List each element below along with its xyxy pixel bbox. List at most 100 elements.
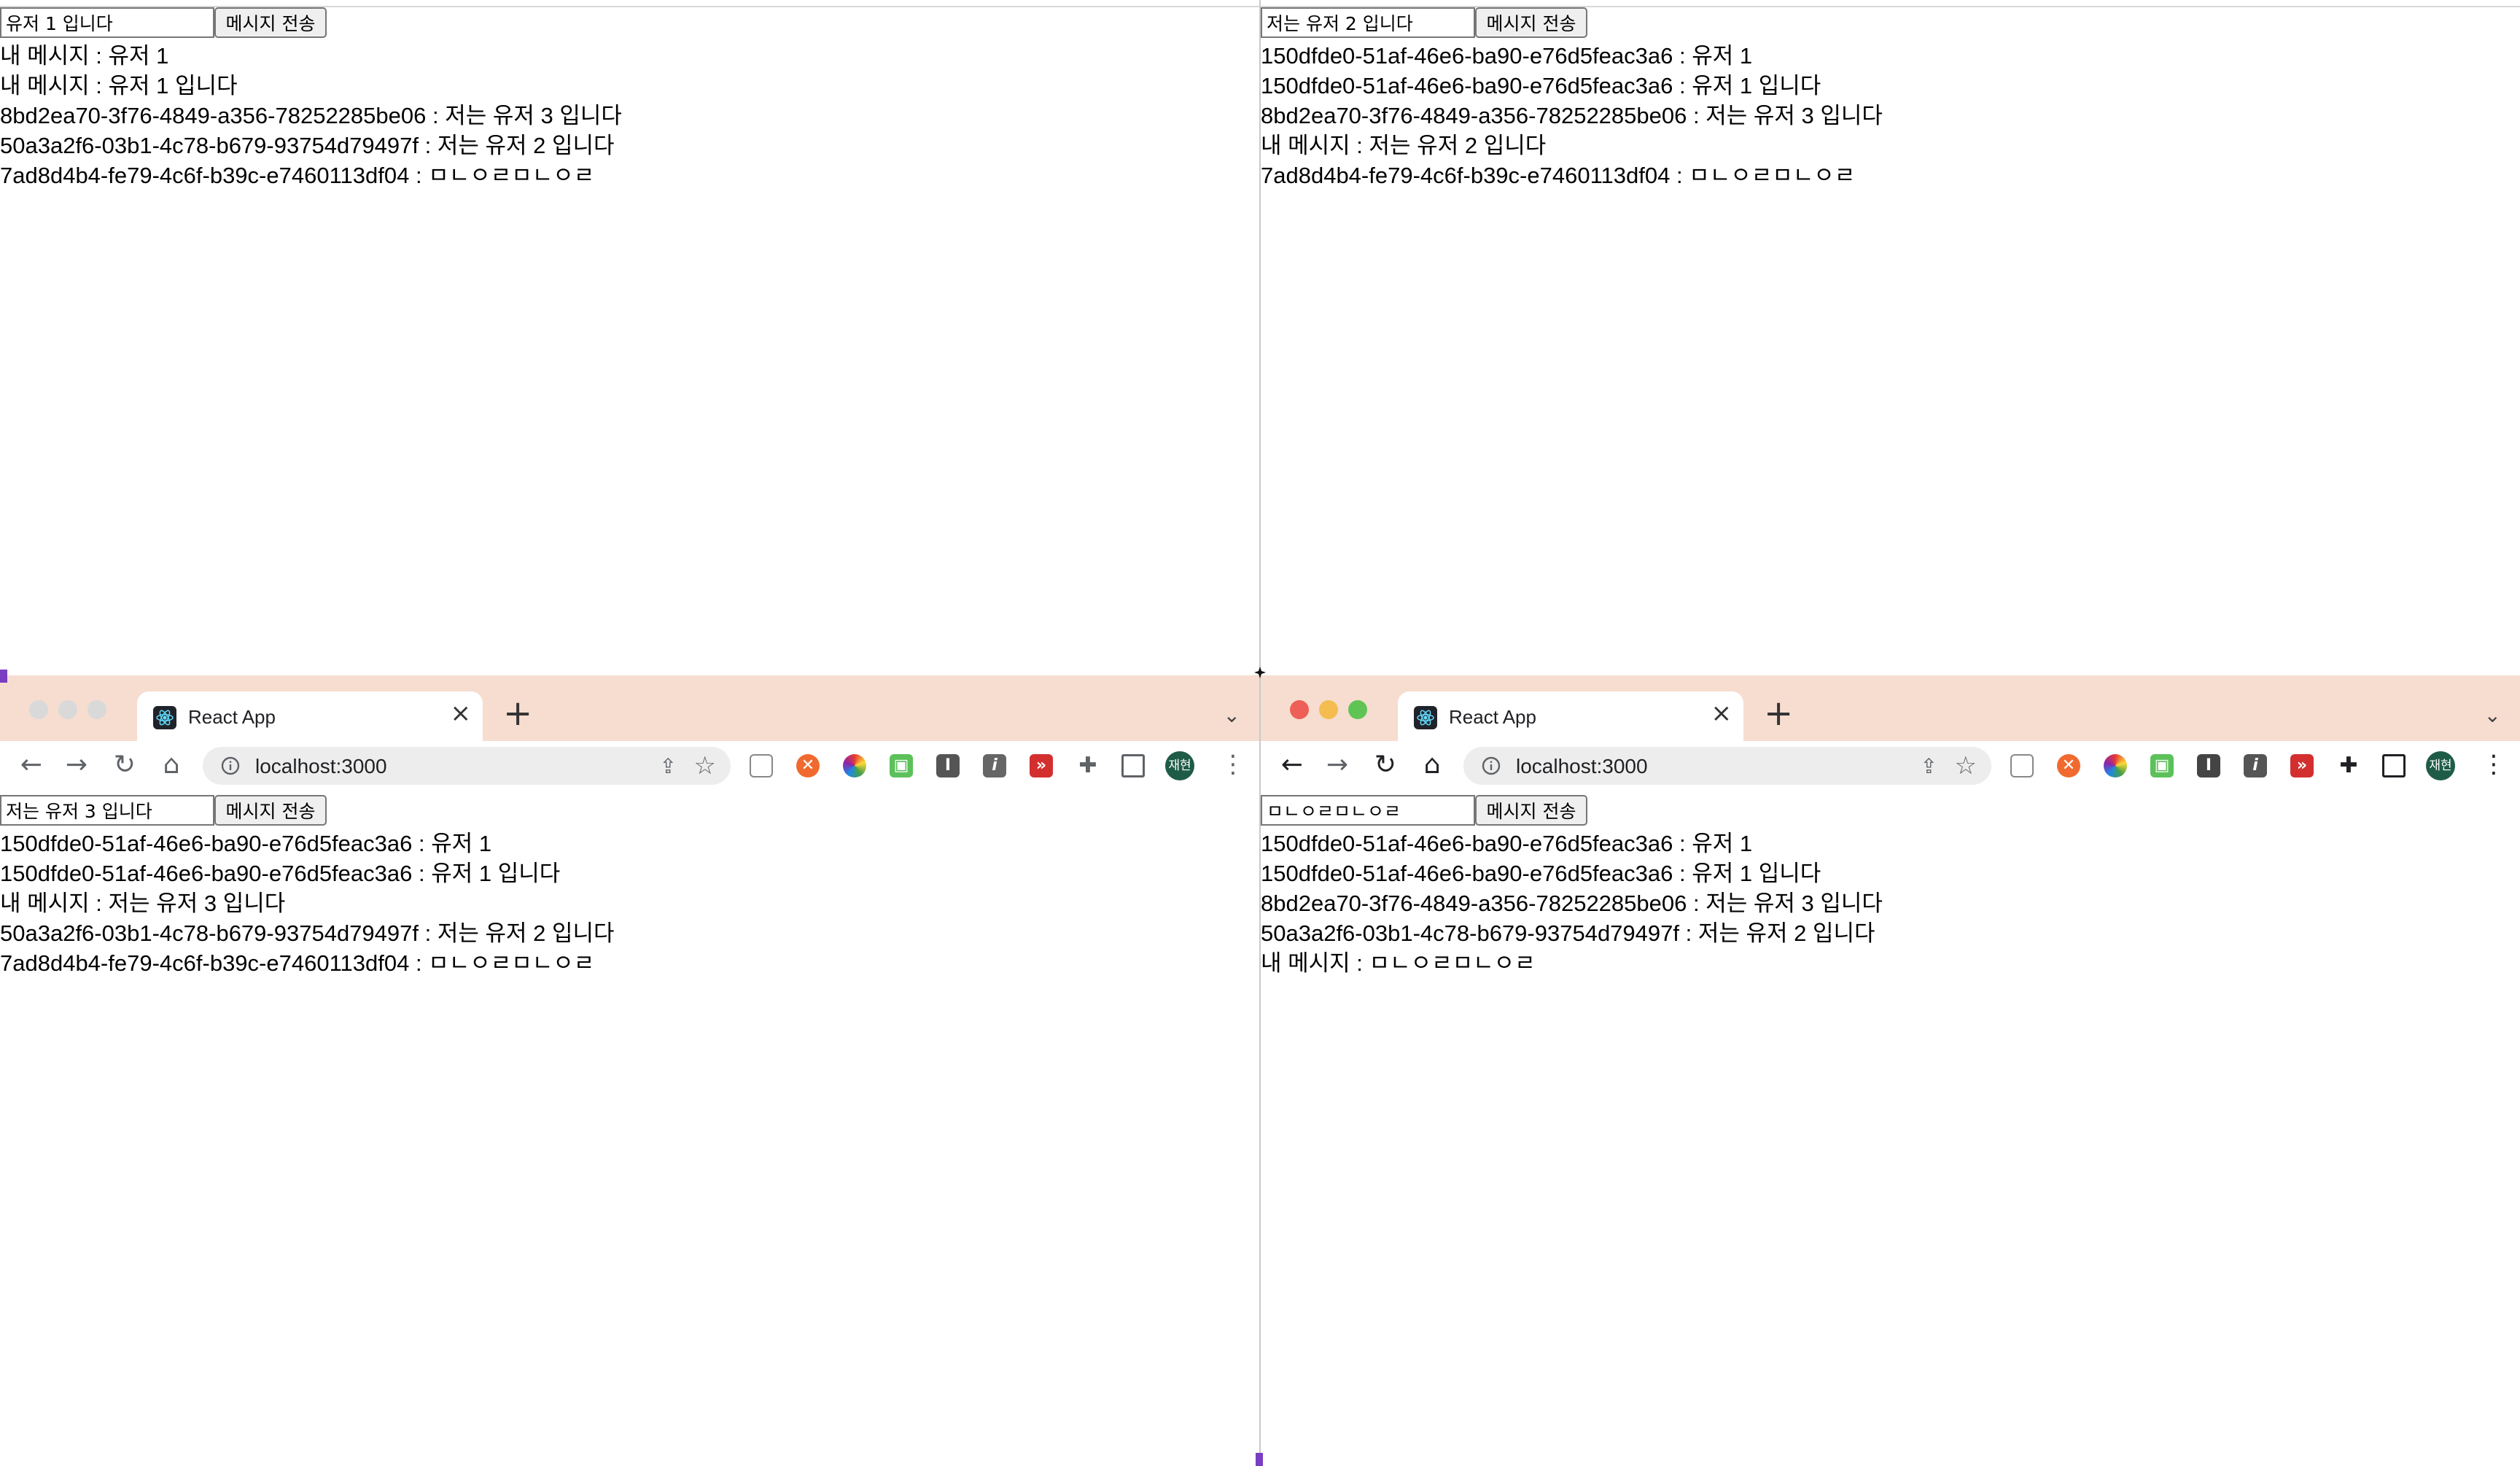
window-edge-marker: [0, 670, 7, 683]
reload-icon[interactable]: ↻: [1367, 747, 1404, 783]
extension-icon[interactable]: [750, 754, 773, 777]
close-window-button[interactable]: [1290, 700, 1309, 719]
message-item: 7ad8d4b4-fe79-4c6f-b39c-e7460113df04 : ㅁ…: [1261, 163, 1856, 188]
side-panel-icon[interactable]: [1121, 754, 1145, 777]
window-top-edge: [0, 0, 1259, 7]
message-item: 8bd2ea70-3f76-4849-a356-78252285be06 : 저…: [1261, 103, 1883, 128]
message-list: 150dfde0-51af-46e6-ba90-e76d5feac3a6 : 유…: [0, 829, 1259, 978]
message-item: 내 메시지 : 유저 1: [0, 43, 169, 69]
avatar[interactable]: 재현: [1165, 751, 1194, 780]
color-picker-icon[interactable]: [2104, 754, 2127, 777]
reload-icon[interactable]: ↻: [106, 747, 143, 783]
address-bar[interactable]: localhost:3000 ⇪ ☆: [203, 747, 731, 785]
window-user-4: React App × + ⌄ ← → ↻ ⌂ localhost:3000 ⇪…: [1261, 675, 2520, 1466]
message-input[interactable]: [1261, 795, 1475, 826]
browser-chrome: React App × + ⌄ ← → ↻ ⌂ localhost:3000 ⇪…: [0, 675, 1259, 791]
browser-chrome: React App × + ⌄ ← → ↻ ⌂ localhost:3000 ⇪…: [1261, 675, 2520, 791]
puzzle-icon[interactable]: ✚: [1076, 754, 1100, 777]
chevron-down-icon[interactable]: ⌄: [2484, 703, 2501, 727]
window-top-edge: [1261, 0, 2520, 7]
send-message-button[interactable]: 메시지 전송: [214, 795, 327, 826]
send-message-button[interactable]: 메시지 전송: [1475, 795, 1587, 826]
message-list: 내 메시지 : 유저 1 내 메시지 : 유저 1 입니다 8bd2ea70-3…: [0, 41, 1259, 190]
arrow-right-icon[interactable]: →: [58, 747, 95, 783]
extension-icon[interactable]: I: [936, 754, 960, 777]
message-item: 150dfde0-51af-46e6-ba90-e76d5feac3a6 : 유…: [1261, 73, 1821, 98]
extension-icon[interactable]: »: [1030, 754, 1053, 777]
window-user-3: React App × + ⌄ ← → ↻ ⌂ localhost:3000 ⇪…: [0, 675, 1259, 1466]
new-tab-icon[interactable]: +: [1764, 694, 1793, 732]
resize-handle-icon[interactable]: [1254, 667, 1266, 678]
arrow-left-icon[interactable]: ←: [1274, 747, 1310, 783]
window-user-1: 메시지 전송 내 메시지 : 유저 1 내 메시지 : 유저 1 입니다 8bd…: [0, 0, 1259, 674]
home-icon[interactable]: ⌂: [1414, 747, 1450, 783]
info-icon[interactable]: [1481, 756, 1501, 776]
zoom-window-button[interactable]: [88, 700, 106, 719]
address-bar[interactable]: localhost:3000 ⇪ ☆: [1463, 747, 1991, 785]
extension-icon[interactable]: i: [2244, 754, 2267, 777]
puzzle-icon[interactable]: ✚: [2337, 754, 2360, 777]
send-message-button[interactable]: 메시지 전송: [1475, 7, 1587, 38]
message-item: 내 메시지 : 유저 1 입니다: [0, 73, 238, 98]
extension-icon[interactable]: [2010, 754, 2034, 777]
color-picker-icon[interactable]: [843, 754, 866, 777]
message-item: 8bd2ea70-3f76-4849-a356-78252285be06 : 저…: [1261, 891, 1883, 916]
side-panel-icon[interactable]: [2382, 754, 2406, 777]
message-item: 8bd2ea70-3f76-4849-a356-78252285be06 : 저…: [0, 103, 622, 128]
home-icon[interactable]: ⌂: [153, 747, 190, 783]
url-text: localhost:3000: [255, 755, 387, 777]
window-edge-marker: [1256, 1453, 1263, 1466]
extension-icon[interactable]: »: [2290, 754, 2314, 777]
star-icon[interactable]: ☆: [1955, 751, 1977, 780]
close-tab-icon[interactable]: ×: [451, 699, 472, 728]
send-message-button[interactable]: 메시지 전송: [214, 7, 327, 38]
zoom-window-button[interactable]: [1348, 700, 1367, 719]
minimize-window-button[interactable]: [1319, 700, 1338, 719]
minimize-window-button[interactable]: [58, 700, 77, 719]
kebab-menu-icon[interactable]: ⋮: [2481, 750, 2506, 779]
extension-icon[interactable]: i: [983, 754, 1006, 777]
extension-icon[interactable]: ▣: [2150, 754, 2174, 777]
chat-app: 메시지 전송 내 메시지 : 유저 1 내 메시지 : 유저 1 입니다 8bd…: [0, 7, 1259, 190]
message-input[interactable]: [0, 795, 214, 826]
message-list: 150dfde0-51af-46e6-ba90-e76d5feac3a6 : 유…: [1261, 41, 2520, 190]
message-item: 150dfde0-51af-46e6-ba90-e76d5feac3a6 : 유…: [1261, 43, 1753, 69]
message-item: 50a3a2f6-03b1-4c78-b679-93754d79497f : 저…: [0, 920, 615, 946]
kebab-menu-icon[interactable]: ⋮: [1221, 750, 1245, 779]
extension-icon[interactable]: ✕: [2057, 754, 2080, 777]
chevron-down-icon[interactable]: ⌄: [1224, 703, 1240, 727]
message-item: 7ad8d4b4-fe79-4c6f-b39c-e7460113df04 : ㅁ…: [0, 163, 595, 188]
avatar[interactable]: 재현: [2426, 751, 2455, 780]
message-input[interactable]: [0, 7, 214, 38]
message-input[interactable]: [1261, 7, 1475, 38]
info-icon[interactable]: [220, 756, 241, 776]
react-logo-icon: [1414, 706, 1437, 729]
share-icon[interactable]: ⇪: [660, 754, 677, 778]
message-item: 7ad8d4b4-fe79-4c6f-b39c-e7460113df04 : ㅁ…: [0, 950, 595, 976]
share-icon[interactable]: ⇪: [1921, 754, 1937, 778]
tab-title: React App: [1449, 706, 1536, 728]
message-item: 50a3a2f6-03b1-4c78-b679-93754d79497f : 저…: [1261, 920, 1875, 946]
message-list: 150dfde0-51af-46e6-ba90-e76d5feac3a6 : 유…: [1261, 829, 2520, 978]
message-item: 150dfde0-51af-46e6-ba90-e76d5feac3a6 : 유…: [1261, 831, 1753, 856]
url-text: localhost:3000: [1516, 755, 1648, 777]
close-window-button[interactable]: [29, 700, 48, 719]
extension-icon[interactable]: ▣: [890, 754, 913, 777]
message-item: 150dfde0-51af-46e6-ba90-e76d5feac3a6 : 유…: [1261, 861, 1821, 886]
message-item: 내 메시지 : 저는 유저 3 입니다: [0, 891, 286, 916]
arrow-left-icon[interactable]: ←: [13, 747, 50, 783]
message-form: 메시지 전송: [1261, 795, 2520, 829]
message-item: 150dfde0-51af-46e6-ba90-e76d5feac3a6 : 유…: [0, 861, 561, 886]
star-icon[interactable]: ☆: [694, 751, 716, 780]
browser-tab[interactable]: React App ×: [1398, 691, 1743, 741]
close-tab-icon[interactable]: ×: [1711, 699, 1732, 728]
browser-tab[interactable]: React App ×: [137, 691, 483, 741]
extension-icon[interactable]: ✕: [796, 754, 820, 777]
arrow-right-icon[interactable]: →: [1319, 747, 1356, 783]
new-tab-icon[interactable]: +: [503, 694, 532, 732]
chat-app: 메시지 전송 150dfde0-51af-46e6-ba90-e76d5feac…: [0, 795, 1259, 978]
message-item: 50a3a2f6-03b1-4c78-b679-93754d79497f : 저…: [0, 133, 615, 158]
tab-title: React App: [188, 706, 276, 728]
extension-icon[interactable]: I: [2197, 754, 2220, 777]
browser-toolbar: ← → ↻ ⌂ localhost:3000 ⇪ ☆ ✕ ▣ I i » ✚ 재…: [1261, 741, 2520, 791]
